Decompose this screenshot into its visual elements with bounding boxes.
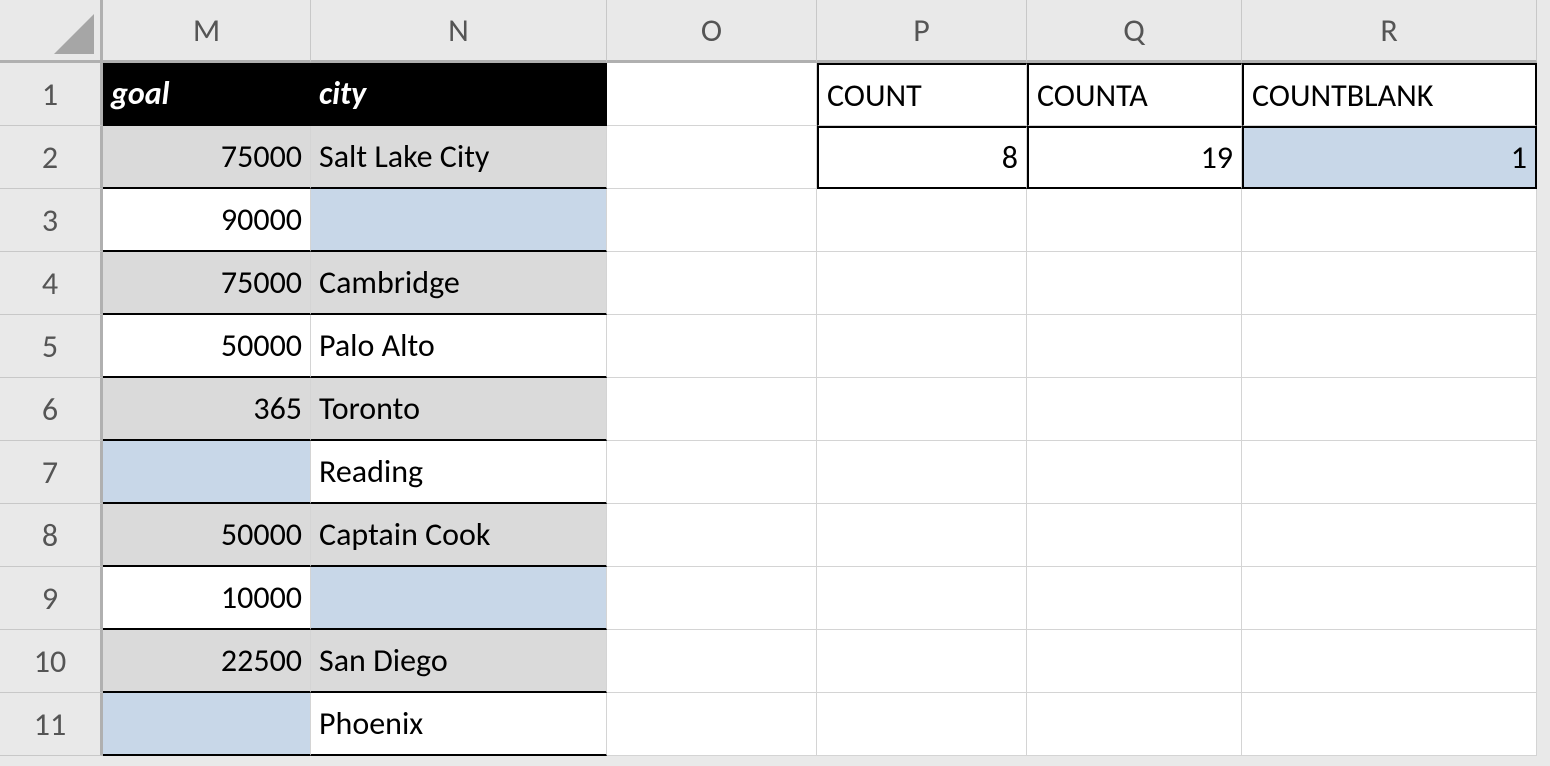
row-header-5[interactable]: 5 [0, 315, 103, 378]
row-header-11[interactable]: 11 [0, 693, 103, 756]
cell-O11[interactable] [607, 693, 817, 756]
spreadsheet-grid[interactable]: M N O P Q R 1 goal city COUNT COUNTA COU… [0, 0, 1550, 756]
cell-O8[interactable] [607, 504, 817, 567]
cell-R3[interactable] [1242, 189, 1537, 252]
col-header-P[interactable]: P [817, 0, 1027, 63]
cell-M6[interactable]: 365 [103, 378, 311, 441]
cell-O4[interactable] [607, 252, 817, 315]
cell-N6[interactable]: Toronto [311, 378, 607, 441]
cell-N9[interactable] [311, 567, 607, 630]
cell-O5[interactable] [607, 315, 817, 378]
row-header-2[interactable]: 2 [0, 126, 103, 189]
cell-P10[interactable] [817, 630, 1027, 693]
cell-M10[interactable]: 22500 [103, 630, 311, 693]
cell-N10[interactable]: San Diego [311, 630, 607, 693]
cell-Q11[interactable] [1027, 693, 1242, 756]
cell-P2[interactable]: 8 [817, 126, 1027, 189]
cell-P3[interactable] [817, 189, 1027, 252]
cell-M3[interactable]: 90000 [103, 189, 311, 252]
cell-Q5[interactable] [1027, 315, 1242, 378]
cell-N8[interactable]: Captain Cook [311, 504, 607, 567]
cell-Q9[interactable] [1027, 567, 1242, 630]
cell-M1[interactable]: goal [103, 63, 311, 126]
cell-R1[interactable]: COUNTBLANK [1242, 63, 1537, 126]
cell-N2[interactable]: Salt Lake City [311, 126, 607, 189]
cell-P1[interactable]: COUNT [817, 63, 1027, 126]
cell-P7[interactable] [817, 441, 1027, 504]
cell-R10[interactable] [1242, 630, 1537, 693]
cell-P5[interactable] [817, 315, 1027, 378]
cell-M9[interactable]: 10000 [103, 567, 311, 630]
cell-M4[interactable]: 75000 [103, 252, 311, 315]
select-all-corner[interactable] [0, 0, 103, 63]
cell-R11[interactable] [1242, 693, 1537, 756]
col-header-N[interactable]: N [311, 0, 607, 63]
cell-P6[interactable] [817, 378, 1027, 441]
cell-R7[interactable] [1242, 441, 1537, 504]
cell-Q7[interactable] [1027, 441, 1242, 504]
row-header-6[interactable]: 6 [0, 378, 103, 441]
cell-O7[interactable] [607, 441, 817, 504]
col-header-O[interactable]: O [607, 0, 817, 63]
row-header-4[interactable]: 4 [0, 252, 103, 315]
cell-Q6[interactable] [1027, 378, 1242, 441]
row-header-9[interactable]: 9 [0, 567, 103, 630]
col-header-M[interactable]: M [103, 0, 311, 63]
cell-N11[interactable]: Phoenix [311, 693, 607, 756]
cell-N4[interactable]: Cambridge [311, 252, 607, 315]
cell-R8[interactable] [1242, 504, 1537, 567]
cell-R5[interactable] [1242, 315, 1537, 378]
cell-O3[interactable] [607, 189, 817, 252]
cell-Q8[interactable] [1027, 504, 1242, 567]
row-header-1[interactable]: 1 [0, 63, 103, 126]
cell-N3[interactable] [311, 189, 607, 252]
cell-P11[interactable] [817, 693, 1027, 756]
cell-M5[interactable]: 50000 [103, 315, 311, 378]
row-header-7[interactable]: 7 [0, 441, 103, 504]
cell-P9[interactable] [817, 567, 1027, 630]
cell-R6[interactable] [1242, 378, 1537, 441]
col-header-Q[interactable]: Q [1027, 0, 1242, 63]
cell-O10[interactable] [607, 630, 817, 693]
cell-M8[interactable]: 50000 [103, 504, 311, 567]
cell-R9[interactable] [1242, 567, 1537, 630]
cell-Q2[interactable]: 19 [1027, 126, 1242, 189]
cell-N1[interactable]: city [311, 63, 607, 126]
row-header-3[interactable]: 3 [0, 189, 103, 252]
cell-M2[interactable]: 75000 [103, 126, 311, 189]
cell-M7[interactable] [103, 441, 311, 504]
cell-Q10[interactable] [1027, 630, 1242, 693]
cell-P8[interactable] [817, 504, 1027, 567]
cell-N7[interactable]: Reading [311, 441, 607, 504]
cell-R2[interactable]: 1 [1242, 126, 1537, 189]
cell-O6[interactable] [607, 378, 817, 441]
cell-M11[interactable] [103, 693, 311, 756]
cell-Q1[interactable]: COUNTA [1027, 63, 1242, 126]
cell-N5[interactable]: Palo Alto [311, 315, 607, 378]
cell-O2[interactable] [607, 126, 817, 189]
cell-P4[interactable] [817, 252, 1027, 315]
row-header-10[interactable]: 10 [0, 630, 103, 693]
row-header-8[interactable]: 8 [0, 504, 103, 567]
cell-O9[interactable] [607, 567, 817, 630]
cell-O1[interactable] [607, 63, 817, 126]
cell-Q3[interactable] [1027, 189, 1242, 252]
cell-Q4[interactable] [1027, 252, 1242, 315]
cell-R4[interactable] [1242, 252, 1537, 315]
col-header-R[interactable]: R [1242, 0, 1537, 63]
